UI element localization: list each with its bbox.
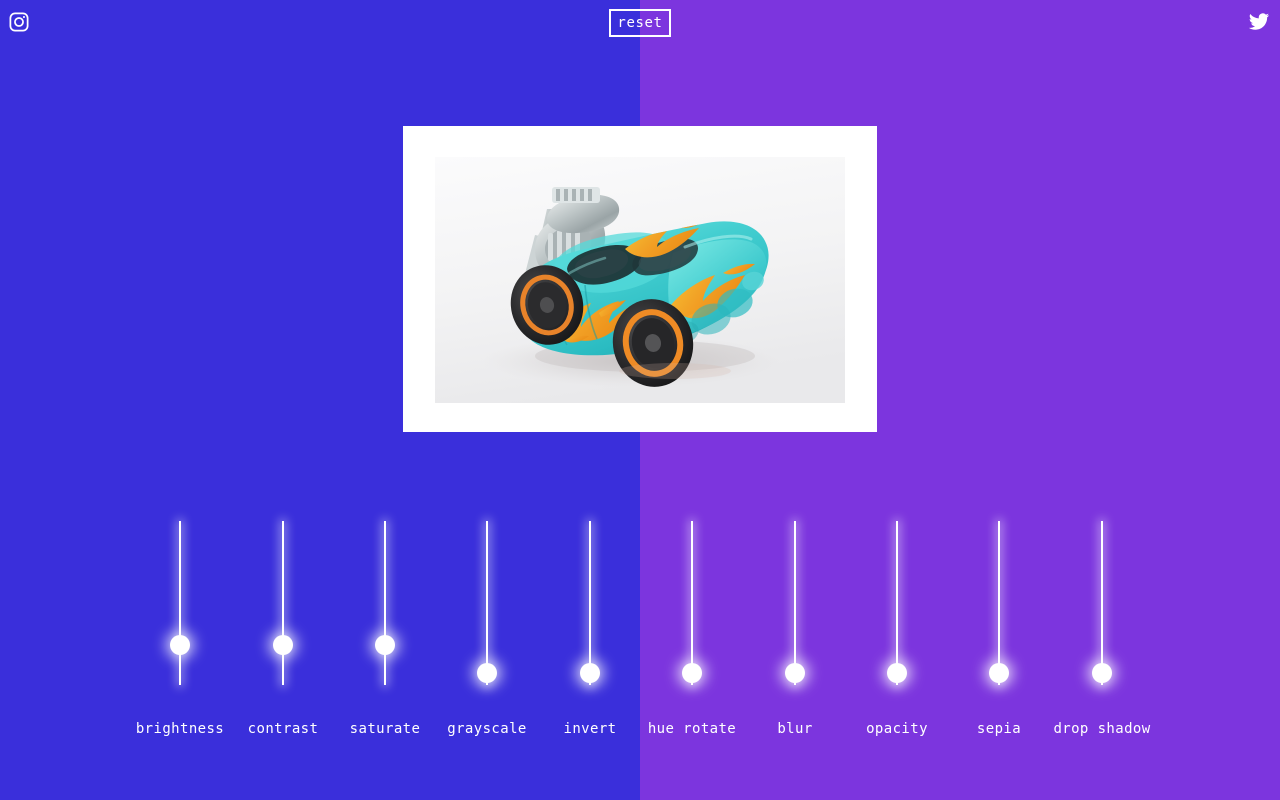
slider-label-drop-shadow: drop shadow [1053,721,1151,737]
slider-thumb-grayscale[interactable] [477,663,497,683]
slider-track-blur[interactable] [794,521,796,685]
filter-playground-app: reset brightness contrast saturate grays… [0,0,1280,800]
slider-thumb-sepia[interactable] [989,663,1009,683]
slider-thumb-brightness[interactable] [170,635,190,655]
slider-track-saturate[interactable] [384,521,386,685]
slider-label-hue-rotate: hue rotate [647,721,737,737]
preview-image [435,157,845,403]
slider-thumb-drop-shadow[interactable] [1092,663,1112,683]
reset-button[interactable]: reset [609,9,671,37]
slider-thumb-hue-rotate[interactable] [682,663,702,683]
slider-track-opacity[interactable] [896,521,898,685]
slider-track-contrast[interactable] [282,521,284,685]
slider-thumb-blur[interactable] [785,663,805,683]
instagram-icon[interactable] [8,11,30,33]
slider-thumb-invert[interactable] [580,663,600,683]
slider-label-contrast: contrast [247,721,319,737]
slider-track-invert[interactable] [589,521,591,685]
slider-label-grayscale: grayscale [447,721,527,737]
slider-thumb-contrast[interactable] [273,635,293,655]
photo-frame [403,126,877,432]
slider-track-grayscale[interactable] [486,521,488,685]
topbar: reset [0,0,1280,46]
slider-label-saturate: saturate [349,721,421,737]
slider-label-brightness: brightness [135,721,225,737]
slider-label-invert: invert [563,721,617,737]
slider-track-drop-shadow[interactable] [1101,521,1103,685]
slider-label-opacity: opacity [866,721,928,737]
slider-label-sepia: sepia [976,721,1022,737]
slider-thumb-opacity[interactable] [887,663,907,683]
slider-label-blur: blur [777,721,813,737]
twitter-icon[interactable] [1248,11,1270,33]
slider-thumb-saturate[interactable] [375,635,395,655]
slider-track-sepia[interactable] [998,521,1000,685]
slider-track-brightness[interactable] [179,521,181,685]
slider-track-hue-rotate[interactable] [691,521,693,685]
